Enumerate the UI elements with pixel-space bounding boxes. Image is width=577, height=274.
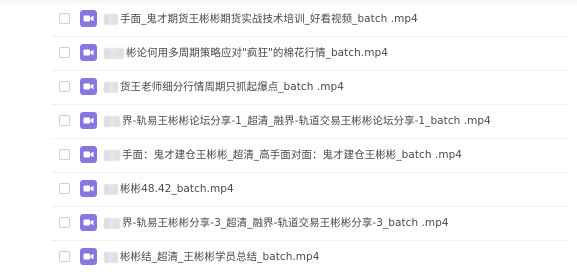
file-name-text: 彬论何用多周期策略应对"疯狂"的棉花行情_batch.mp4 [126,47,388,59]
file-name-text: 界-轨易王彬彬论坛分享-1_超清_融界-轨道交易王彬彬论坛分享-1_batch … [122,115,491,127]
list-item[interactable]: 手面：鬼才建仓王彬彬_超清_高手面对面：鬼才建仓王彬彬_batch .mp4 [0,139,577,173]
redacted-text [104,81,118,93]
list-item[interactable]: 界-轨易王彬彬分享-3_超清_融界-轨道交易王彬彬分享-3_batch .mp4 [0,207,577,241]
video-file-icon [80,112,97,129]
file-name[interactable]: 彬论何用多周期策略应对"疯狂"的棉花行情_batch.mp4 [104,45,388,61]
file-name[interactable]: 手面_鬼才期货王彬彬期货实战技术培训_好看视频_batch .mp4 [104,11,418,27]
video-file-icon [80,180,97,197]
file-name-text: 货王老师细分行情周期只抓起爆点_batch .mp4 [120,81,344,93]
row-checkbox[interactable] [59,13,70,24]
video-file-icon [80,78,97,95]
file-name[interactable]: 界-轨易王彬彬论坛分享-1_超清_融界-轨道交易王彬彬论坛分享-1_batch … [104,113,491,129]
row-checkbox[interactable] [59,217,70,228]
file-name-text: 彬彬48.42_batch.mp4 [120,183,234,195]
list-item[interactable]: 货王老师细分行情周期只抓起爆点_batch .mp4 [0,71,577,105]
video-file-icon [80,44,97,61]
file-name-text: 手面：鬼才建仓王彬彬_超清_高手面对面：鬼才建仓王彬彬_batch .mp4 [122,149,463,161]
file-name[interactable]: 彬彬48.42_batch.mp4 [104,181,234,197]
row-checkbox[interactable] [59,183,70,194]
redacted-text [104,13,118,25]
video-file-icon [80,10,97,27]
row-checkbox[interactable] [59,115,70,126]
list-item[interactable]: 界-轨易王彬彬论坛分享-1_超清_融界-轨道交易王彬彬论坛分享-1_batch … [0,105,577,139]
file-name[interactable]: 彬彬结_超清_王彬彬学员总结_batch.mp4 [104,249,320,265]
file-list: 手面_鬼才期货王彬彬期货实战技术培训_好看视频_batch .mp4 彬论何用多… [0,0,577,274]
file-name[interactable]: 界-轨易王彬彬分享-3_超清_融界-轨道交易王彬彬分享-3_batch .mp4 [104,215,449,231]
row-checkbox[interactable] [59,149,70,160]
redacted-text [104,217,120,229]
list-item[interactable]: 彬彬48.42_batch.mp4 [0,173,577,207]
redacted-text [104,47,124,59]
redacted-text [104,183,118,195]
video-file-icon [80,146,97,163]
list-item[interactable]: 手面_鬼才期货王彬彬期货实战技术培训_好看视频_batch .mp4 [0,3,577,37]
list-item[interactable]: 彬彬结_超清_王彬彬学员总结_batch.mp4 [0,241,577,274]
file-name-text: 彬彬结_超清_王彬彬学员总结_batch.mp4 [120,251,320,263]
row-checkbox[interactable] [59,47,70,58]
file-name[interactable]: 手面：鬼才建仓王彬彬_超清_高手面对面：鬼才建仓王彬彬_batch .mp4 [104,147,462,163]
video-file-icon [80,248,97,265]
row-checkbox[interactable] [59,81,70,92]
file-name-text: 界-轨易王彬彬分享-3_超清_融界-轨道交易王彬彬分享-3_batch .mp4 [122,217,449,229]
video-file-icon [80,214,97,231]
redacted-text [104,115,120,127]
redacted-text [104,251,118,263]
redacted-text [104,149,120,161]
list-item[interactable]: 彬论何用多周期策略应对"疯狂"的棉花行情_batch.mp4 [0,37,577,71]
file-name[interactable]: 货王老师细分行情周期只抓起爆点_batch .mp4 [104,79,344,95]
row-checkbox[interactable] [59,251,70,262]
file-name-text: 手面_鬼才期货王彬彬期货实战技术培训_好看视频_batch .mp4 [120,13,418,25]
